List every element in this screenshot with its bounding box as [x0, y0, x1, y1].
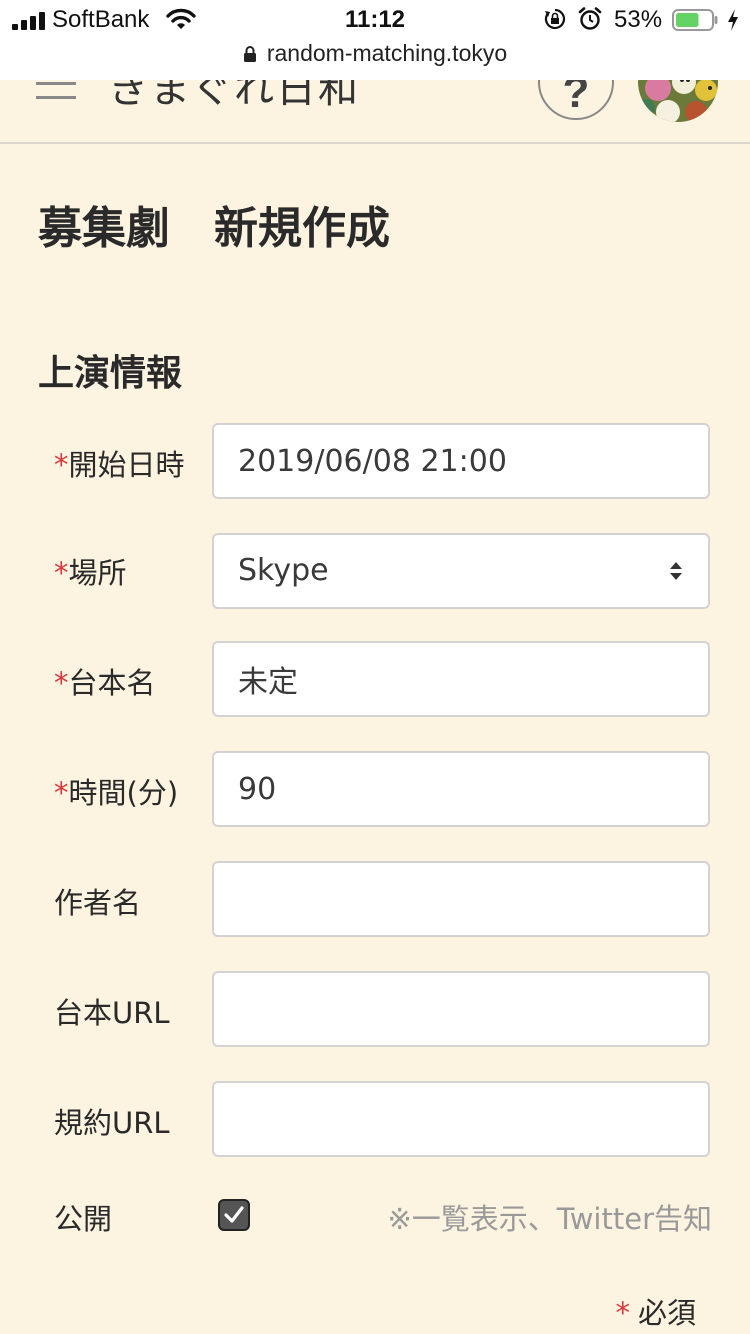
status-bar: SoftBank 11:12 53% random-matching.tokyo [0, 0, 750, 80]
author-input[interactable] [212, 861, 710, 937]
public-label: 公開 [54, 1202, 113, 1236]
orientation-lock-icon [544, 8, 566, 30]
battery-percentage: 53% [614, 6, 663, 33]
battery-icon [672, 9, 718, 31]
terms-url-label: 規約URL [54, 1106, 170, 1140]
alarm-icon [578, 7, 602, 30]
url-bar[interactable]: random-matching.tokyo [0, 40, 750, 67]
duration-input[interactable] [212, 751, 710, 827]
section-title: 上演情報 [38, 353, 183, 394]
script-url-input[interactable] [212, 971, 710, 1047]
url-text: random-matching.tokyo [266, 40, 508, 66]
terms-url-input[interactable] [212, 1081, 710, 1157]
required-legend: * 必須 [615, 1296, 696, 1330]
required-mark: * [54, 448, 69, 482]
script-name-input[interactable] [212, 641, 710, 717]
author-label: 作者名 [54, 886, 142, 920]
hamburger-menu-icon[interactable] [36, 82, 76, 102]
required-mark: * [54, 556, 69, 590]
place-label: *場所 [54, 556, 127, 590]
script-name-label: *台本名 [54, 666, 156, 700]
required-mark: * [54, 666, 69, 700]
lock-icon [243, 46, 256, 62]
place-select[interactable]: Skype [212, 533, 710, 609]
page-title: 募集劇 新規作成 [38, 203, 390, 254]
charging-bolt-icon [728, 9, 738, 31]
required-mark: * [54, 776, 69, 810]
duration-label: *時間(分) [54, 776, 179, 810]
checkmark-icon [224, 1206, 244, 1223]
start-datetime-input[interactable] [212, 423, 710, 499]
public-note: ※一覧表示、Twitter告知 [387, 1202, 713, 1236]
script-url-label: 台本URL [54, 996, 170, 1030]
start-datetime-label: *開始日時 [54, 448, 185, 482]
place-select-value: Skype [238, 553, 329, 588]
required-mark: * [615, 1296, 630, 1330]
public-checkbox[interactable] [218, 1199, 250, 1231]
select-caret-icon [670, 562, 682, 580]
